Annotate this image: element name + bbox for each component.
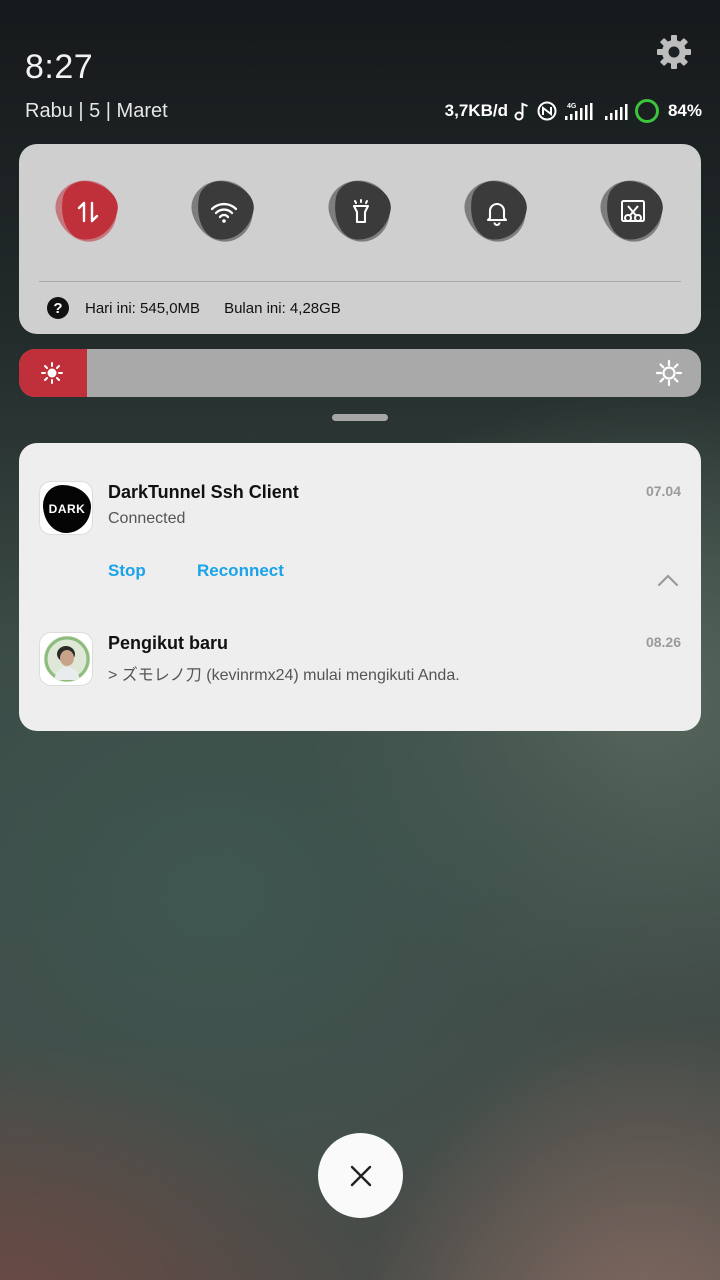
- darktunnel-app-icon: DARK: [39, 481, 93, 535]
- battery-ring-icon: [634, 98, 660, 124]
- brightness-high-icon: [655, 359, 683, 387]
- signal-icon: [604, 101, 628, 121]
- notification-title[interactable]: DarkTunnel Ssh Client: [108, 482, 299, 503]
- bell-icon: [486, 202, 508, 226]
- scissors-icon: [621, 200, 645, 222]
- chevron-up-icon[interactable]: [657, 573, 679, 587]
- notifications-card: DARK DarkTunnel Ssh Client Connected 07.…: [19, 443, 701, 731]
- brightness-low-icon: [41, 362, 63, 384]
- toggle-wifi[interactable]: [184, 172, 262, 250]
- reconnect-button[interactable]: Reconnect: [197, 561, 284, 581]
- signal-4g-icon: 4G: [564, 101, 598, 121]
- status-icons: 3,7KB/d 4G 84%: [445, 98, 702, 124]
- help-icon: ?: [47, 297, 69, 319]
- music-note-icon: [514, 101, 530, 121]
- drag-handle[interactable]: [332, 414, 388, 421]
- data-usage-row[interactable]: ? Hari ini: 545,0MB Bulan ini: 4,28GB: [47, 295, 341, 321]
- data-usage-month: Bulan ini: 4,28GB: [224, 299, 341, 317]
- notification-time: 08.26: [645, 634, 681, 650]
- nfc-icon: [536, 100, 558, 122]
- date-label: Rabu | 5 | Maret: [25, 100, 168, 122]
- flashlight-icon: [352, 199, 370, 224]
- notification-title[interactable]: Pengikut baru: [108, 633, 228, 654]
- notification-text: > ズモレノ刀 (kevinrmx24) mulai mengikuti And…: [108, 667, 460, 684]
- avatar: [44, 636, 90, 682]
- settings-gear-icon[interactable]: [654, 32, 694, 72]
- net-speed: 3,7KB/d: [444, 101, 508, 120]
- close-icon: [350, 1165, 371, 1186]
- toggle-mobile-data[interactable]: [48, 172, 126, 250]
- toggle-screenshot[interactable]: [593, 172, 671, 250]
- stop-button[interactable]: Stop: [108, 561, 146, 581]
- notification-time: 07.04: [645, 483, 681, 499]
- instagram-avatar-icon: [39, 632, 93, 686]
- clear-notifications-button[interactable]: [318, 1133, 403, 1218]
- battery-percent: 84%: [667, 101, 702, 120]
- toggle-sound[interactable]: [457, 172, 535, 250]
- data-arrows-icon: [77, 201, 99, 223]
- wifi-icon: [210, 202, 238, 223]
- dark-logo: DARK: [43, 485, 91, 533]
- qs-divider: [39, 281, 681, 282]
- network-type-label: 4G: [567, 103, 577, 110]
- brightness-slider[interactable]: [19, 349, 701, 397]
- toggle-flashlight[interactable]: [321, 172, 399, 250]
- quick-settings-panel: ? Hari ini: 545,0MB Bulan ini: 4,28GB: [19, 144, 701, 334]
- data-usage-today: Hari ini: 545,0MB: [85, 299, 201, 317]
- clock-time: 8:27: [25, 48, 94, 86]
- notification-text: Connected: [108, 510, 186, 527]
